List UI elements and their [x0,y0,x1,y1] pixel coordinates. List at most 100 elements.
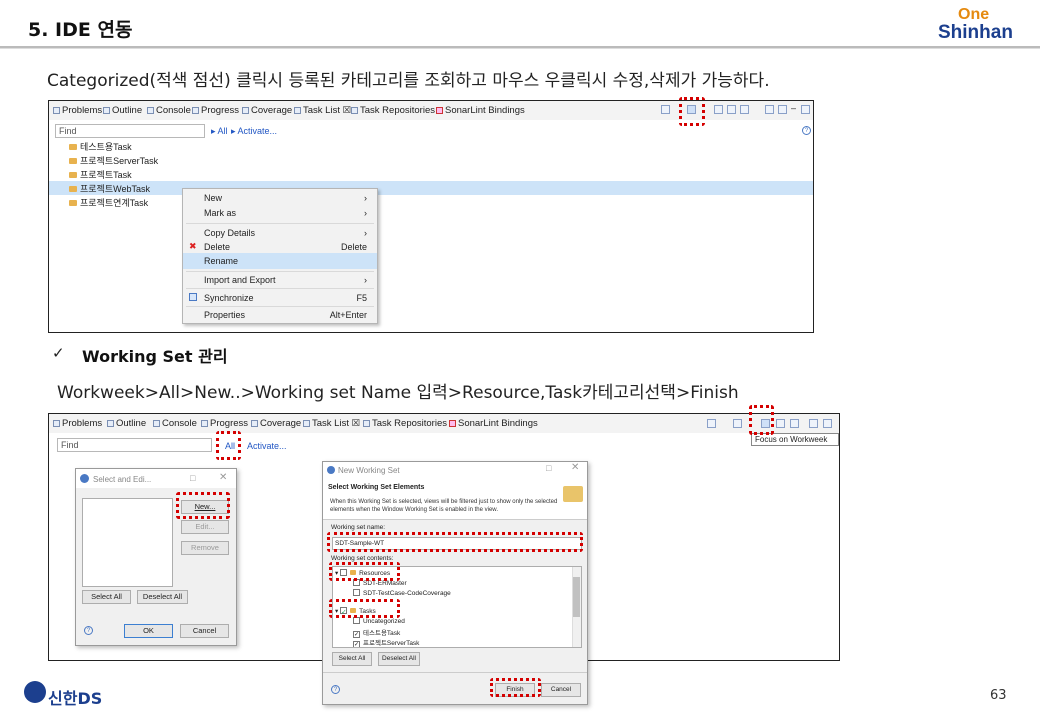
tab-sonarlint-bindings[interactable]: SonarLint Bindings [436,105,525,116]
wizard-header: Select Working Set Elements When this Wo… [323,477,587,520]
help-icon[interactable]: ? [84,626,93,635]
find-input[interactable]: Find [57,438,212,452]
close-icon[interactable]: ✕ [571,462,579,473]
menu-item-mark-as[interactable]: Mark as › [183,205,377,221]
logo-shinhan: Shinhan [938,22,1013,43]
delete-icon: ✖ [189,241,197,251]
intro-text: Categorized(적색 점선) 클릭시 등록된 카테고리를 조회하고 마우… [47,71,770,91]
scrollbar-thumb[interactable] [573,577,580,617]
folder-icon [69,158,77,164]
maximize-icon[interactable] [823,419,832,428]
working-sets-list[interactable] [82,498,173,587]
task-list-icon [303,420,310,427]
tab-progress[interactable]: Progress [192,105,239,116]
help-icon[interactable]: ? [331,685,340,694]
all-link[interactable]: ▸ All [211,126,228,137]
category-row[interactable]: 테스트용Task [69,140,132,154]
progress-icon [192,107,199,114]
name-label: Working set name: [331,524,386,531]
console-icon [147,107,154,114]
repository-icon [351,107,358,114]
tree-node[interactable]: Uncategorized [353,617,405,625]
working-set-path: Workweek>All>New..>Working set Name 입력>R… [57,383,739,403]
tab-console[interactable]: Console [147,105,191,116]
tasks-highlight [329,599,400,618]
tab-outline[interactable]: Outline [107,418,146,429]
tab-sonarlint-bindings[interactable]: SonarLint Bindings [449,418,538,429]
selected-row-highlight [49,181,813,195]
category-row[interactable]: 프로젝트ServerTask [69,154,158,168]
cancel-button[interactable]: Cancel [180,624,229,638]
check-mark: ✓ [52,344,65,362]
tree-node[interactable]: ✓ 프로젝트ServerTask [353,637,419,647]
deselect-all-button[interactable]: Deselect All [137,590,188,604]
menu-item-import-export[interactable]: Import and Export › [183,272,377,288]
menu-item-properties[interactable]: Properties Alt+Enter [183,307,377,323]
category-row[interactable]: 프로젝트Task [69,168,132,182]
maximize-icon[interactable]: □ [546,463,551,473]
select-all-button[interactable]: Select All [332,652,372,666]
select-all-button[interactable]: Select All [82,590,131,604]
synchronize-icon [189,293,197,301]
tree-node[interactable]: SDT-TestCase-CodeCoverage [353,589,451,597]
cancel-button[interactable]: Cancel [541,683,581,697]
activate-link[interactable]: ▸ Activate... [231,126,277,137]
tab-coverage[interactable]: Coverage [251,418,301,429]
outline-icon [103,107,110,114]
link-icon[interactable] [740,105,749,114]
menu-item-synchronize[interactable]: Synchronize F5 [183,290,377,306]
eclipse-icon [327,466,335,474]
category-row[interactable]: 프로젝트연계Task [69,196,148,210]
tab-task-repositories[interactable]: Task Repositories [363,418,447,429]
tab-task-list[interactable]: Task List ☒ [294,105,351,116]
tab-outline[interactable]: Outline [103,105,142,116]
dialog-title-bar: Select and Edi... □ ✕ [76,469,236,488]
resources-highlight [329,562,400,581]
problems-icon [53,107,60,114]
link-icon[interactable] [790,419,799,428]
minimize-icon[interactable]: – [791,104,800,114]
deselect-all-button[interactable]: Deselect All [378,652,420,666]
maximize-icon[interactable] [801,105,810,114]
ok-button[interactable]: OK [124,624,173,638]
folder-icon [69,172,77,178]
folder-icon [69,200,77,206]
tab-task-list[interactable]: Task List ☒ [303,418,360,429]
minimize-icon[interactable] [809,419,818,428]
help-icon[interactable]: ? [802,126,811,135]
tab-coverage[interactable]: Coverage [242,105,292,116]
view-menu-icon[interactable] [778,105,787,114]
new-task-icon[interactable] [707,419,716,428]
problems-icon [53,420,60,427]
menu-item-new[interactable]: New › [183,190,377,206]
dialog-title-bar: New Working Set □ ✕ [323,462,587,477]
categorized-icon[interactable] [733,419,742,428]
tab-progress[interactable]: Progress [201,418,248,429]
find-input[interactable]: Find [55,124,205,138]
edit-button[interactable]: Edit... [181,520,229,534]
contents-label: Working set contents: [331,555,394,562]
coverage-icon [251,420,258,427]
new-task-icon[interactable] [661,105,670,114]
tab-console[interactable]: Console [153,418,197,429]
close-icon[interactable]: ✕ [219,472,227,483]
tab-problems[interactable]: Problems [53,418,102,429]
menu-item-rename[interactable]: Rename [183,253,377,269]
footer-company: 신한DS [48,689,103,708]
tab-task-repositories[interactable]: Task Repositories [351,105,435,116]
categorized-highlight [679,97,705,126]
focus-icon[interactable] [714,105,723,114]
page-number: 63 [990,688,1007,703]
view-tab-bar: Problems Outline Console Progress Covera… [49,414,839,433]
tab-problems[interactable]: Problems [53,105,102,116]
collapse-all-icon[interactable] [727,105,736,114]
activate-link[interactable]: Activate... [247,441,287,451]
collapse-all-icon[interactable] [776,419,785,428]
folder-icon [563,486,583,502]
folder-icon [69,186,77,192]
category-row-selected[interactable]: 프로젝트WebTask [69,182,150,196]
sync-icon[interactable] [765,105,774,114]
remove-button[interactable]: Remove [181,541,229,555]
task-list-icon [294,107,301,114]
maximize-icon[interactable]: □ [190,473,195,483]
